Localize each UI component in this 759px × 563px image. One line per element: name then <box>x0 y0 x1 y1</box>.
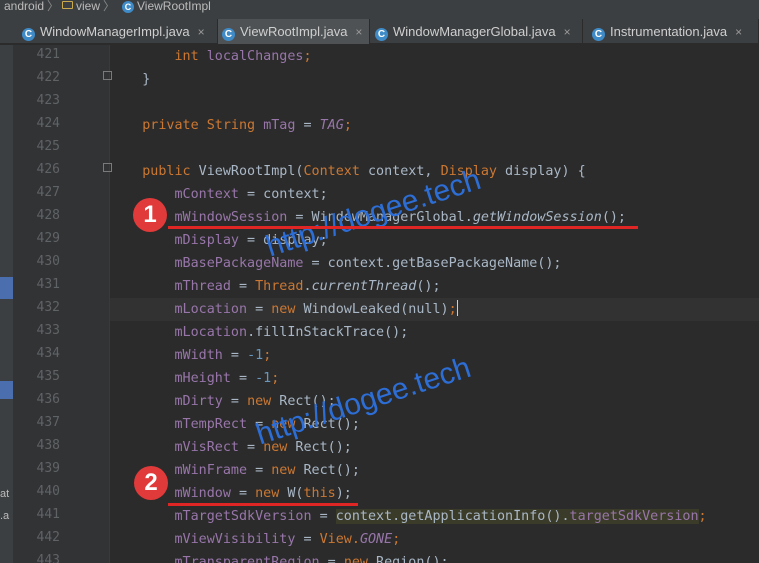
line-number: 440 <box>36 484 60 499</box>
code-line-431: mThread = Thread.currentThread(); <box>174 279 441 294</box>
code-line-424: private String mTag = TAG; <box>142 118 352 133</box>
code-line-440: mWindow = new W(this); <box>174 486 352 501</box>
line-number: 421 <box>36 47 60 62</box>
breadcrumb-item-view[interactable]: view 〉 <box>62 0 115 15</box>
tab-viewrootimpl[interactable]: C ViewRootImpl.java × <box>218 19 370 44</box>
breadcrumb-separator-icon: 〉 <box>47 0 60 13</box>
editor-tab-bar: C WindowManagerImpl.java × C ViewRootImpl.j… <box>0 15 759 44</box>
code-line-437: mTempRect = new Rect(); <box>174 417 360 432</box>
line-number: 424 <box>36 116 60 131</box>
code-line-429: mDisplay = display; <box>174 233 328 248</box>
close-icon[interactable]: × <box>355 25 362 39</box>
line-number: 434 <box>36 346 60 361</box>
close-icon[interactable]: × <box>564 25 571 39</box>
class-icon: C <box>222 28 235 41</box>
project-tree-item[interactable]: .a <box>0 510 9 522</box>
project-tree-selection[interactable] <box>0 381 13 399</box>
breadcrumb-item-viewrootimpl[interactable]: C ViewRootImpl <box>122 0 211 15</box>
line-number: 425 <box>36 139 60 154</box>
breadcrumb: android 〉 view 〉 C ViewRootImpl <box>0 0 759 15</box>
code-line-433: mLocation.fillInStackTrace(); <box>174 325 409 340</box>
tab-windowmanagerimpl[interactable]: C WindowManagerImpl.java × <box>18 19 218 44</box>
line-number: 423 <box>36 93 60 108</box>
close-icon[interactable]: × <box>735 25 742 39</box>
class-icon: C <box>375 28 388 41</box>
project-tree-item[interactable]: at <box>0 488 9 500</box>
annotation-underline-1 <box>168 226 638 229</box>
code-line-421: int localChanges; <box>174 49 312 64</box>
line-number: 431 <box>36 277 60 292</box>
line-number: 438 <box>36 438 60 453</box>
code-line-442: mViewVisibility = View.GONE; <box>174 532 401 547</box>
line-number: 430 <box>36 254 60 269</box>
code-editor[interactable]: int localChanges; } private String mTag … <box>110 45 759 563</box>
line-number: 442 <box>36 530 60 545</box>
line-number: 433 <box>36 323 60 338</box>
line-number: 427 <box>36 185 60 200</box>
folder-icon <box>62 1 73 9</box>
line-number-gutter[interactable]: 421 422 423 424 425 426 427 428 429 430 … <box>13 45 112 563</box>
annotation-badge-1: 1 <box>133 198 167 232</box>
project-tree-selection[interactable] <box>0 277 13 299</box>
tab-windowmanagerglobal[interactable]: C WindowManagerGlobal.java × <box>371 19 583 44</box>
close-icon[interactable]: × <box>198 25 205 39</box>
code-line-422: } <box>142 72 151 87</box>
code-line-432-current: mLocation = new WindowLeaked(null); <box>110 298 759 321</box>
breadcrumb-item-android[interactable]: android 〉 <box>4 0 59 15</box>
line-number: 422 <box>36 70 60 85</box>
code-line-443: mTransparentRegion = new Region(); <box>174 555 449 563</box>
line-number: 439 <box>36 461 60 476</box>
annotation-badge-2: 2 <box>134 466 168 500</box>
class-icon: C <box>592 28 605 41</box>
code-line-441: mTargetSdkVersion = context.getApplicati… <box>174 509 707 524</box>
code-line-439: mWinFrame = new Rect(); <box>174 463 360 478</box>
class-icon: C <box>122 1 134 13</box>
annotation-underline-2 <box>168 503 358 506</box>
line-number: 443 <box>36 553 60 563</box>
code-line-438: mVisRect = new Rect(); <box>174 440 352 455</box>
project-panel-edge[interactable]: at .a <box>0 45 13 563</box>
line-number: 435 <box>36 369 60 384</box>
class-icon: C <box>22 28 35 41</box>
text-cursor <box>456 300 458 316</box>
tab-instrumentation[interactable]: C Instrumentation.java × <box>588 19 759 44</box>
breadcrumb-separator-icon: 〉 <box>103 0 116 13</box>
line-number: 429 <box>36 231 60 246</box>
line-number: 432 <box>36 300 60 315</box>
line-number: 426 <box>36 162 60 177</box>
code-line-430: mBasePackageName = context.getBasePackag… <box>174 256 562 271</box>
highlighted-expression: context.getApplicationInfo(). <box>335 509 570 524</box>
line-number: 441 <box>36 507 60 522</box>
line-number: 428 <box>36 208 60 223</box>
line-number: 437 <box>36 415 60 430</box>
line-number: 436 <box>36 392 60 407</box>
